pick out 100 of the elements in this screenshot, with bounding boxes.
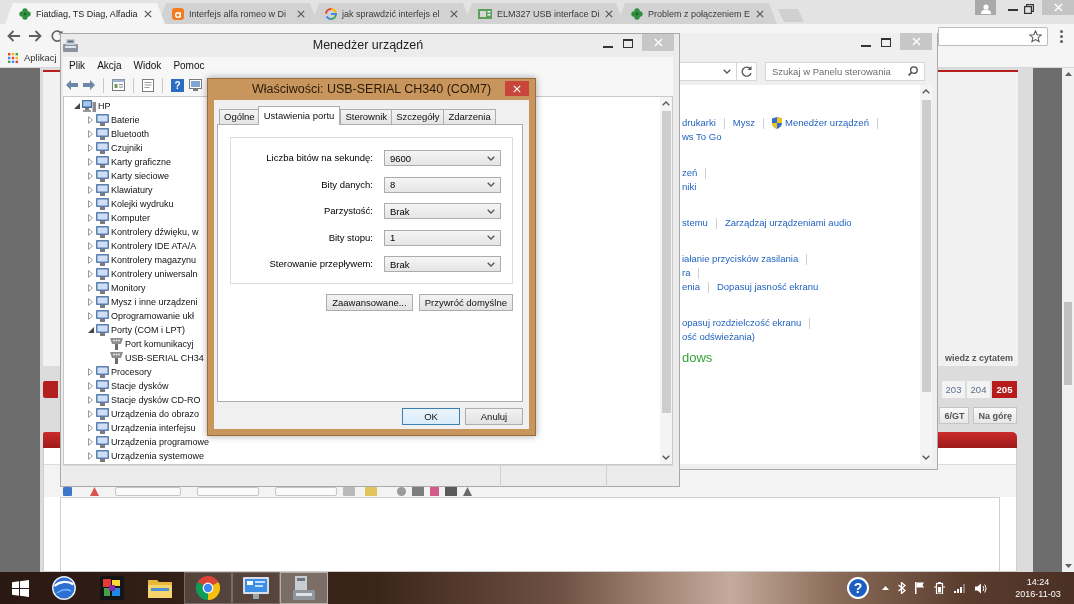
bluetooth-icon[interactable] xyxy=(898,582,906,594)
tree-item[interactable]: Kontrolery uniwersaln xyxy=(96,268,198,280)
menu-item[interactable]: Akcja xyxy=(91,58,128,73)
tree-item[interactable]: Stacje dysków xyxy=(96,380,169,392)
help-button[interactable]: ? xyxy=(847,577,869,599)
link[interactable]: Zarządzaj urządzeniami audio xyxy=(724,217,852,229)
tree-item[interactable]: Urządzenia interfejsu xyxy=(96,422,196,434)
triangle-right-icon[interactable] xyxy=(88,186,93,194)
tree-item[interactable]: Kolejki wydruku xyxy=(96,198,174,210)
triangle-right-icon[interactable] xyxy=(88,410,93,418)
battery-icon[interactable] xyxy=(934,582,945,594)
triangle-right-icon[interactable] xyxy=(88,270,93,278)
forward-arrow-icon[interactable] xyxy=(29,30,42,42)
tree-item[interactable]: Porty (COM i LPT) xyxy=(96,324,185,336)
tree-item[interactable]: Karty sieciowe xyxy=(96,170,170,182)
link[interactable]: ra xyxy=(682,267,691,279)
tree-item[interactable]: Stacje dysków CD-RO xyxy=(96,394,201,406)
menu-item[interactable]: Plik xyxy=(63,58,92,73)
tree-item[interactable]: Kontrolery magazynu xyxy=(96,254,197,266)
tab[interactable]: Sterownik xyxy=(340,109,393,124)
triangle-right-icon[interactable] xyxy=(88,158,93,166)
tree-item[interactable]: Klawiatury xyxy=(96,184,153,196)
link[interactable]: opasuj rozdzielczość ekranu xyxy=(682,317,802,329)
caret-up-icon[interactable] xyxy=(882,586,889,590)
page-link[interactable]: 203 xyxy=(942,381,965,398)
tree-item[interactable]: Kontrolery dźwięku, w xyxy=(96,226,199,238)
refresh-button[interactable] xyxy=(737,61,757,81)
triangle-down-icon[interactable] xyxy=(87,327,94,333)
chevron-down-icon[interactable] xyxy=(922,455,930,460)
format-dropdown[interactable] xyxy=(197,487,259,496)
clock-date[interactable]: 2016-11-03 xyxy=(1015,588,1061,600)
maximize-icon[interactable] xyxy=(881,38,891,47)
close-icon[interactable] xyxy=(450,9,458,18)
triangle-up-icon[interactable] xyxy=(1064,72,1072,76)
scrollbar[interactable] xyxy=(920,85,932,464)
bookmark-link[interactable]: Aplikacj xyxy=(8,52,57,63)
tree-item[interactable]: Baterie xyxy=(96,114,140,126)
page-button[interactable]: Na górę xyxy=(973,407,1017,424)
close-button[interactable] xyxy=(505,81,529,96)
tool-icon[interactable] xyxy=(397,487,406,496)
page-link[interactable]: 205 xyxy=(992,381,1017,398)
triangle-right-icon[interactable] xyxy=(88,368,93,376)
link[interactable]: Mysz xyxy=(732,117,755,129)
page-button[interactable]: 6/GT xyxy=(939,407,970,424)
quote-reply-button[interactable]: wiedz z cytatem xyxy=(944,351,1013,365)
triangle-right-icon[interactable] xyxy=(88,228,93,236)
dialog-button[interactable]: Zaawansowane... xyxy=(326,294,413,311)
tree-item[interactable]: Oprogramowanie ukł xyxy=(96,310,195,322)
triangle-right-icon[interactable] xyxy=(88,200,93,208)
triangle-right-icon[interactable] xyxy=(88,438,93,446)
tree-item[interactable]: HP xyxy=(82,100,111,112)
close-icon[interactable] xyxy=(604,9,613,18)
triangle-right-icon[interactable] xyxy=(88,312,93,320)
taskbar-button[interactable] xyxy=(232,572,280,604)
triangle-right-icon[interactable] xyxy=(88,396,93,404)
search-field[interactable]: Szukaj w Panelu sterowania xyxy=(765,61,925,81)
help-button[interactable]: ? xyxy=(171,78,184,92)
dropdown[interactable]: 8 xyxy=(384,176,501,193)
tree-item[interactable]: Urządzenia do obrazo xyxy=(96,408,200,420)
close-icon[interactable] xyxy=(144,9,152,18)
triangle-down-icon[interactable] xyxy=(1064,564,1072,568)
menu-item[interactable]: Widok xyxy=(127,58,168,73)
browser-tab[interactable]: Fiatdiag, TS Diag, Alfadia xyxy=(5,3,165,24)
link[interactable]: niki xyxy=(682,181,697,193)
dropdown[interactable]: 1 xyxy=(384,229,501,246)
maximize-icon[interactable] xyxy=(623,39,633,48)
back-arrow-icon[interactable] xyxy=(7,30,20,42)
back-arrow-icon[interactable] xyxy=(66,80,78,90)
link[interactable]: ość odświeżania) xyxy=(682,331,755,343)
tree-item[interactable]: USB-SERIAL CH34 xyxy=(110,352,204,364)
document-icon[interactable] xyxy=(142,78,154,92)
triangle-right-icon[interactable] xyxy=(88,214,93,222)
dialog-button[interactable]: OK xyxy=(402,408,460,425)
triangle-right-icon[interactable] xyxy=(88,116,93,124)
star-icon[interactable] xyxy=(1029,29,1042,43)
flag-icon[interactable] xyxy=(915,582,925,594)
menu-icon[interactable] xyxy=(1060,29,1063,43)
scrollbar-thumb[interactable] xyxy=(1064,302,1072,385)
dialog-button[interactable]: Przywróć domyślne xyxy=(418,294,513,311)
search-icon[interactable] xyxy=(908,66,918,76)
tree-item[interactable]: Urządzenia programowe xyxy=(96,436,210,448)
link[interactable]: stemu xyxy=(682,217,708,229)
link[interactable]: enia xyxy=(682,281,700,293)
dropdown[interactable]: Brak xyxy=(384,203,501,219)
forward-arrow-icon[interactable] xyxy=(83,80,95,90)
clock-time[interactable]: 14:24 xyxy=(1026,576,1050,588)
menu-item[interactable]: Pomoc xyxy=(167,58,211,73)
link[interactable]: zeń xyxy=(682,167,698,179)
tab[interactable]: Ogólne xyxy=(219,109,260,124)
triangle-right-icon[interactable] xyxy=(88,172,93,180)
speaker-icon[interactable] xyxy=(975,582,987,594)
triangle-right-icon[interactable] xyxy=(88,130,93,138)
triangle-down-icon[interactable] xyxy=(73,103,80,109)
dropdown[interactable]: 9600 xyxy=(384,150,501,166)
window-list-icon[interactable] xyxy=(112,79,125,91)
tree-item[interactable]: Urządzenia systemowe xyxy=(96,450,205,462)
chevron-down-icon[interactable] xyxy=(662,455,670,460)
tab[interactable]: Zdarzenia xyxy=(443,109,496,124)
scrollbar-thumb[interactable] xyxy=(921,100,931,392)
address-field[interactable] xyxy=(680,61,737,81)
